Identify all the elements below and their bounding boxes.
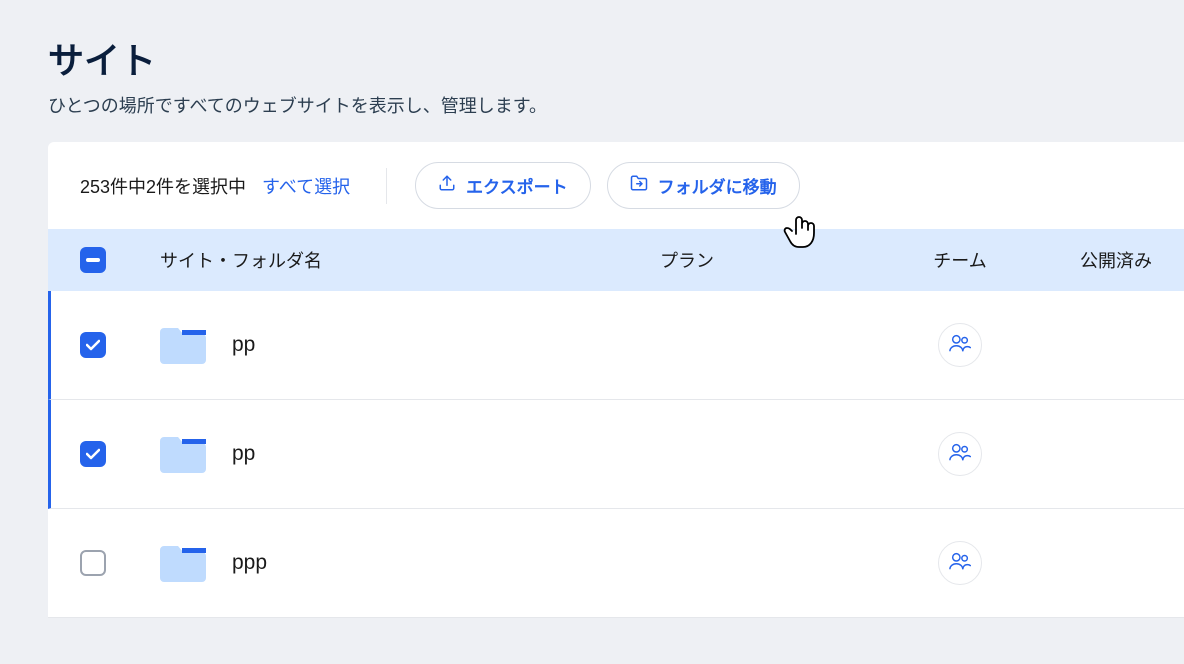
team-icon [949,442,971,467]
item-name: ppp [232,551,267,575]
team-button[interactable] [938,541,982,585]
export-button-label: エクスポート [466,173,568,198]
export-button[interactable]: エクスポート [415,162,591,209]
column-header-name[interactable]: サイト・フォルダ名 [160,247,660,273]
team-button[interactable] [938,323,982,367]
folder-icon [160,435,206,473]
page-subtitle: ひとつの場所ですべてのウェブサイトを表示し、管理します。 [48,92,1136,118]
move-to-folder-button-label: フォルダに移動 [658,173,777,198]
select-all-checkbox[interactable] [80,247,106,273]
table-row[interactable]: pp [48,291,1184,400]
folder-icon [160,544,206,582]
folder-icon [160,326,206,364]
team-button[interactable] [938,432,982,476]
folder-move-icon [630,174,648,197]
column-header-published[interactable]: 公開済み [1060,247,1152,273]
selection-toolbar: 253件中2件を選択中 すべて選択 エクスポート フォルダに移動 [48,142,1184,229]
sites-panel: 253件中2件を選択中 すべて選択 エクスポート フォルダに移動 [48,142,1184,618]
move-to-folder-button[interactable]: フォルダに移動 [607,162,800,209]
page-title: サイト [48,32,1136,84]
toolbar-divider [386,168,387,204]
column-header-team[interactable]: チーム [860,247,1060,273]
table-row[interactable]: ppp [48,509,1184,618]
item-name: pp [232,442,255,466]
page-header: サイト ひとつの場所ですべてのウェブサイトを表示し、管理します。 [0,0,1184,142]
select-all-link[interactable]: すべて選択 [262,173,350,199]
row-checkbox[interactable] [80,441,106,467]
selection-count: 253件中2件を選択中 [80,173,246,199]
table-row[interactable]: pp [48,400,1184,509]
team-icon [949,333,971,358]
row-checkbox[interactable] [80,332,106,358]
column-header-plan[interactable]: プラン [660,247,860,273]
team-icon [949,551,971,576]
table-header: サイト・フォルダ名 プラン チーム 公開済み [48,229,1184,291]
item-name: pp [232,333,255,357]
export-icon [438,174,456,197]
row-checkbox[interactable] [80,550,106,576]
